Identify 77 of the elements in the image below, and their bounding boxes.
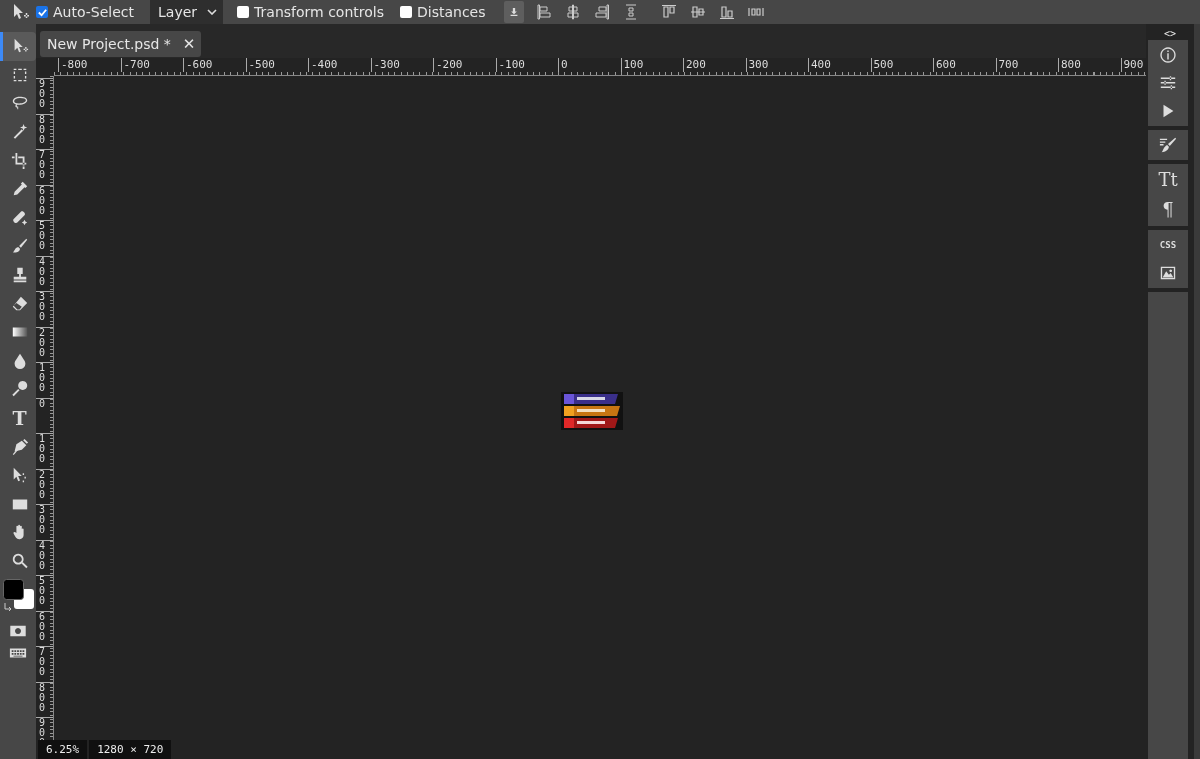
- bandage-icon: [10, 208, 29, 227]
- download-button[interactable]: [503, 1, 524, 23]
- search-icon: [10, 552, 29, 570]
- css-panel-button[interactable]: CSS: [1159, 236, 1177, 254]
- ruler-label: 0: [558, 58, 621, 72]
- align-middle-icon[interactable]: [689, 4, 706, 20]
- layer-dropdown[interactable]: Layer: [150, 0, 224, 24]
- ruler-label: 300: [38, 505, 47, 535]
- color-swatches-icon[interactable]: [3, 579, 35, 610]
- ruler-label: -300: [370, 58, 433, 72]
- ruler-label: 100: [38, 434, 47, 464]
- ruler-label: 200: [38, 327, 47, 358]
- eraser-icon: [10, 294, 29, 313]
- sliders-icon[interactable]: [1159, 74, 1177, 92]
- document-size: 1280 × 720: [89, 740, 172, 759]
- brush-icon[interactable]: [1159, 136, 1177, 154]
- ruler-label: -200: [433, 58, 496, 72]
- move-tool[interactable]: [0, 32, 36, 61]
- checkbox-label: Auto-Select: [53, 4, 134, 20]
- checkbox-label: Distances: [417, 4, 486, 20]
- info-icon[interactable]: [1159, 46, 1177, 64]
- checkbox[interactable]: [400, 6, 412, 18]
- ruler-label: 600: [38, 611, 47, 642]
- swap-icon[interactable]: [3, 602, 13, 613]
- auto-select-checkbox[interactable]: Auto-Select: [36, 4, 134, 20]
- quick-mask-icon[interactable]: [9, 625, 27, 638]
- keyboard-icon[interactable]: [9, 647, 27, 660]
- ruler-label: 800: [1058, 58, 1121, 72]
- document-tab[interactable]: New Project.psd * ✕: [40, 31, 202, 57]
- type-tool[interactable]: T: [0, 403, 36, 433]
- ruler-label: -400: [308, 58, 371, 72]
- checkbox[interactable]: [36, 6, 48, 18]
- ruler-label: 500: [38, 576, 47, 606]
- image-icon[interactable]: [1159, 264, 1177, 282]
- ruler-label: 200: [683, 58, 746, 72]
- ruler-label: 800: [38, 114, 47, 145]
- ruler-label: -100: [495, 58, 558, 72]
- text-panel-button[interactable]: Tt: [1158, 170, 1178, 190]
- distances-checkbox[interactable]: Distances: [400, 4, 486, 20]
- ruler-label: 700: [38, 150, 47, 180]
- ruler-label: 300: [38, 292, 47, 322]
- ruler-label: 100: [620, 58, 683, 72]
- align-right-icon[interactable]: [593, 4, 610, 20]
- checkbox[interactable]: [237, 6, 250, 18]
- align-top-icon[interactable]: [660, 4, 677, 20]
- ruler-label: 900: [38, 79, 47, 109]
- dodge-icon: [10, 380, 29, 399]
- document-title: New Project.psd *: [47, 36, 171, 52]
- ruler-label: 600: [933, 58, 996, 72]
- ruler-label: 700: [995, 58, 1058, 72]
- ruler-label: 200: [38, 469, 47, 500]
- ruler-label: 400: [38, 540, 47, 571]
- align-center-icon[interactable]: [564, 4, 581, 20]
- align-left-icon[interactable]: [535, 4, 552, 20]
- collapse-button[interactable]: <>: [1150, 24, 1190, 40]
- ruler-label: 100: [38, 363, 47, 393]
- ruler-label: -600: [183, 58, 246, 72]
- ruler-label: 0: [38, 398, 47, 409]
- ruler-label: -800: [58, 58, 121, 72]
- ruler-label: 400: [38, 256, 47, 287]
- zoom-level: 6.25%: [38, 740, 88, 759]
- close-button[interactable]: ✕: [182, 35, 196, 53]
- ruler-label: 600: [38, 185, 47, 216]
- ruler-label: 800: [38, 682, 47, 713]
- crop-icon: [10, 151, 29, 170]
- ruler-label: 500: [870, 58, 933, 72]
- ruler-label: -700: [120, 58, 183, 72]
- ruler-label: 300: [745, 58, 808, 72]
- caret-icon: [207, 9, 218, 15]
- ruler-label: 500: [38, 221, 47, 251]
- text-panel-button[interactable]: ¶: [1162, 200, 1174, 220]
- align-bottom-icon[interactable]: [718, 4, 735, 20]
- pen-icon: [10, 437, 29, 456]
- ruler-label: 700: [38, 647, 47, 677]
- ruler-label: -500: [245, 58, 308, 72]
- checkmark-icon: [36, 6, 48, 18]
- ruler-label: 400: [808, 58, 871, 72]
